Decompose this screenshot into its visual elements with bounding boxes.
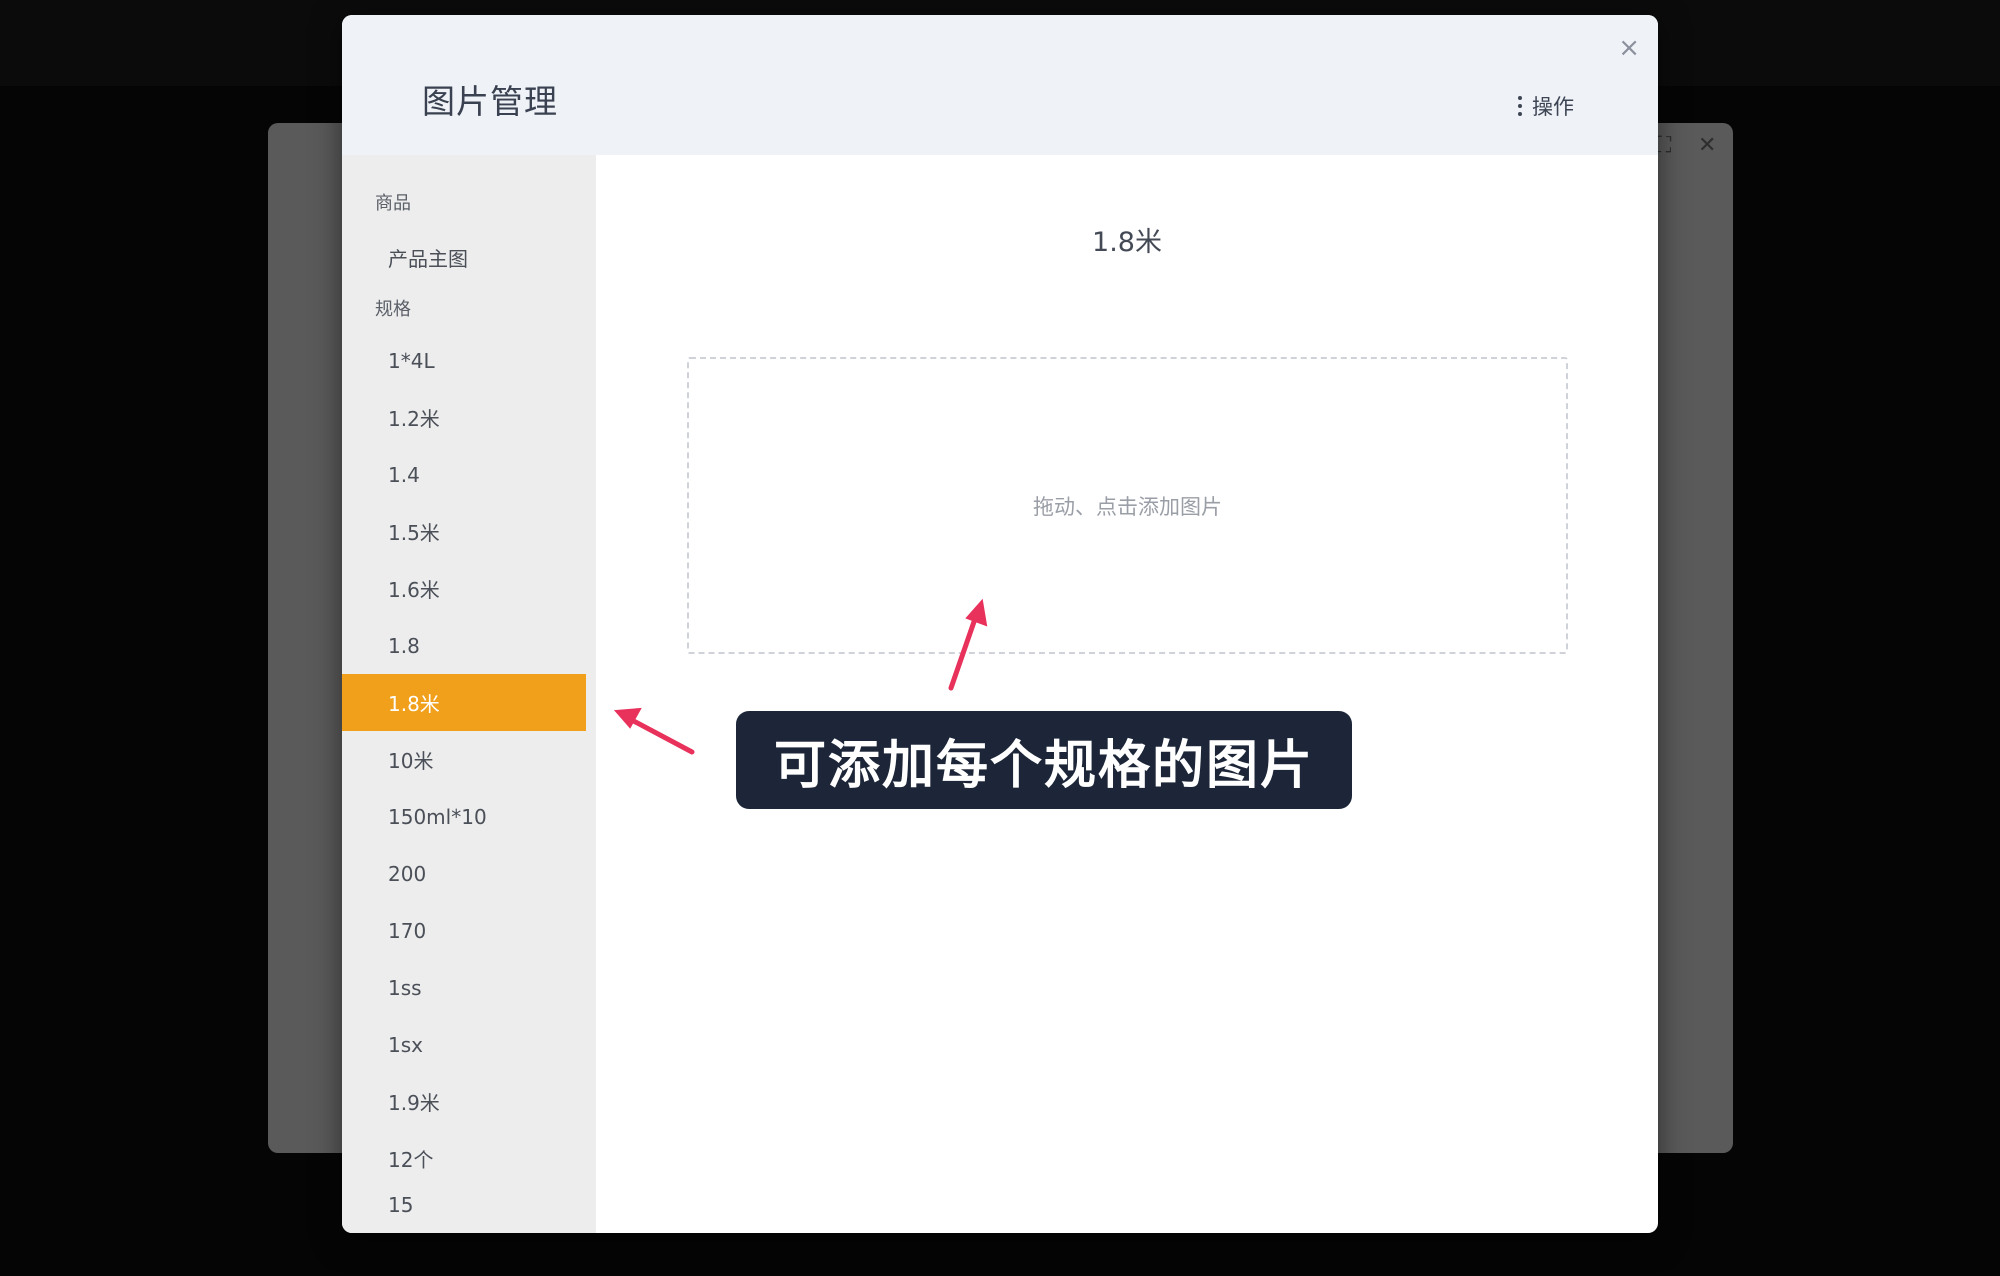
dropzone-hint: 拖动、点击添加图片 [1033, 494, 1222, 519]
modal-title: 图片管理 [422, 82, 558, 121]
sidebar-item-spec[interactable]: 1*4L [342, 332, 586, 389]
close-button[interactable]: × [1618, 35, 1640, 61]
group-label-product: 商品 [375, 193, 411, 214]
sidebar-item-spec[interactable]: 1sx [342, 1016, 586, 1073]
sidebar-item-spec[interactable]: 1.2米 [342, 389, 586, 446]
sidebar-item-spec-active[interactable]: 1.8米 [342, 674, 586, 731]
fullscreen-icon: ⛶ [1656, 133, 1672, 158]
sidebar-item-spec[interactable]: 1.5米 [342, 503, 586, 560]
group-label-spec: 规格 [375, 299, 411, 320]
sidebar-item-main-image[interactable]: 产品主图 [342, 229, 586, 286]
sidebar-item-spec[interactable]: 1.4 [342, 446, 586, 503]
background-close-icon: ✕ [1698, 133, 1717, 158]
sidebar-item-spec[interactable]: 150ml*10 [342, 788, 586, 845]
actions-label: 操作 [1532, 95, 1574, 119]
sidebar-item-spec[interactable]: 1ss [342, 959, 586, 1016]
content-title: 1.8米 [1092, 227, 1162, 258]
sidebar-item-spec[interactable]: 15 [342, 1176, 586, 1233]
annotation-callout: 可添加每个规格的图片 [736, 711, 1352, 809]
spec-sidebar: 商品 产品主图 规格 1*4L 1.2米 1.4 1.5米 1.6米 1.8 1… [342, 155, 596, 1233]
sidebar-item-spec[interactable]: 10米 [342, 731, 586, 788]
more-vertical-icon [1514, 96, 1526, 116]
sidebar-item-spec[interactable]: 1.6米 [342, 560, 586, 617]
actions-menu-button[interactable]: 操作 [1514, 91, 1574, 121]
image-manager-modal: 图片管理 × 操作 商品 产品主图 规格 1*4L 1.2米 1.4 1.5米 … [342, 15, 1658, 1233]
sidebar-item-spec[interactable]: 200 [342, 845, 586, 902]
sidebar-item-spec[interactable]: 170 [342, 902, 586, 959]
image-dropzone[interactable]: 拖动、点击添加图片 [687, 357, 1568, 654]
sidebar-item-spec[interactable]: 1.8 [342, 617, 586, 674]
modal-header: 图片管理 × 操作 [342, 15, 1658, 155]
sidebar-item-spec[interactable]: 1.9米 [342, 1073, 586, 1130]
